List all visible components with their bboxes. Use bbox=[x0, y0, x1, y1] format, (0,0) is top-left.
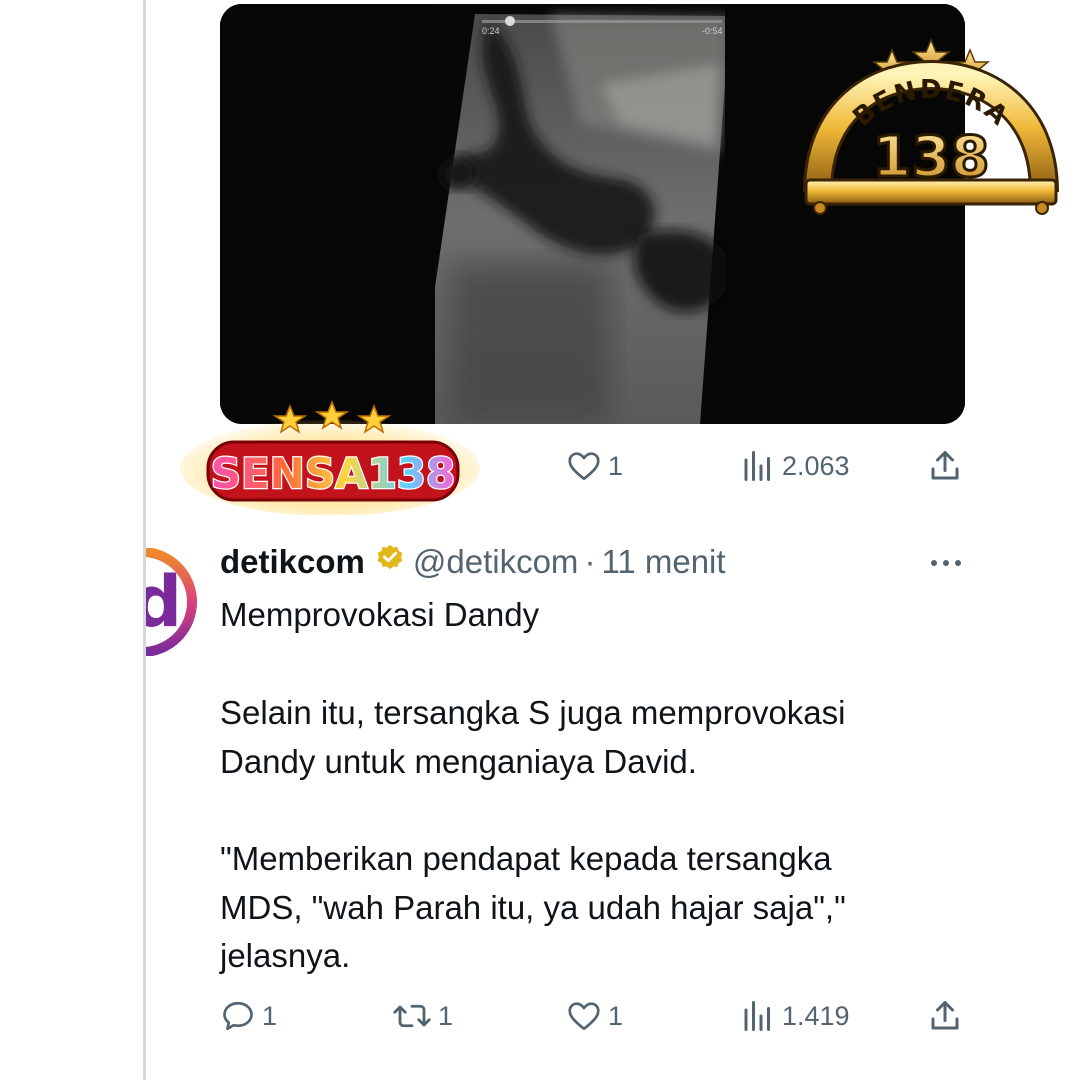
views-action[interactable]: 1.419 bbox=[740, 998, 850, 1034]
tweet-text-line: "Memberikan pendapat kepada tersangka bbox=[220, 840, 832, 877]
share-action[interactable] bbox=[927, 998, 963, 1034]
like-action[interactable]: 1 bbox=[566, 448, 623, 484]
views-action[interactable]: 2.063 bbox=[740, 448, 850, 484]
tweet-text-line: Memprovokasi Dandy bbox=[220, 596, 540, 633]
reply-action[interactable]: 1 bbox=[220, 998, 277, 1034]
view-count: 2.063 bbox=[782, 450, 850, 481]
author-handle[interactable]: @detikcom bbox=[413, 543, 579, 581]
avatar-letter: d bbox=[146, 561, 182, 643]
like-count: 1 bbox=[608, 450, 624, 481]
tweet-header: detikcom @detikcom · 11 menit bbox=[220, 538, 726, 586]
tweet-text-line: Dandy untuk menganiaya David. bbox=[220, 743, 697, 780]
share-action[interactable] bbox=[927, 448, 963, 484]
video-elapsed-time: 0:24 bbox=[482, 26, 500, 36]
sensa138-logo: SENSA138 bbox=[180, 399, 480, 516]
views-icon bbox=[740, 998, 776, 1034]
tweet-text-line: Selain itu, tersangka S juga memprovokas… bbox=[220, 694, 846, 731]
share-icon bbox=[927, 448, 963, 484]
sensa-wordmark: SENSA138 bbox=[211, 449, 456, 498]
retweet-count: 1 bbox=[438, 1000, 454, 1031]
like-action[interactable]: 1 bbox=[566, 998, 623, 1034]
video-remaining-time: -0:54 bbox=[702, 26, 723, 36]
heart-icon bbox=[566, 448, 602, 484]
bendera138-logo: BENDERA 138 bbox=[800, 30, 1062, 225]
thread-connector-line bbox=[143, 0, 146, 1080]
verified-badge-icon bbox=[375, 543, 405, 581]
more-options-button[interactable] bbox=[928, 548, 964, 578]
tweet-timestamp[interactable]: 11 menit bbox=[601, 543, 725, 581]
header-separator: · bbox=[584, 543, 596, 580]
author-name[interactable]: detikcom bbox=[220, 543, 365, 581]
view-count: 1.419 bbox=[782, 1000, 850, 1031]
tweet-text-line: MDS, "wah Parah itu, ya udah hajar saja"… bbox=[220, 889, 846, 926]
avatar[interactable]: d bbox=[146, 548, 198, 656]
share-icon bbox=[927, 998, 963, 1034]
more-icon bbox=[928, 560, 964, 582]
views-icon bbox=[740, 448, 776, 484]
bendera-number: 138 bbox=[873, 125, 990, 190]
retweet-action[interactable]: 1 bbox=[392, 998, 453, 1034]
heart-icon bbox=[566, 998, 602, 1034]
reply-count: 1 bbox=[262, 1000, 278, 1031]
tweet-text-line: jelasnya. bbox=[220, 937, 351, 974]
like-count: 1 bbox=[608, 1000, 624, 1031]
retweet-icon bbox=[392, 998, 432, 1034]
reply-icon bbox=[220, 998, 256, 1034]
